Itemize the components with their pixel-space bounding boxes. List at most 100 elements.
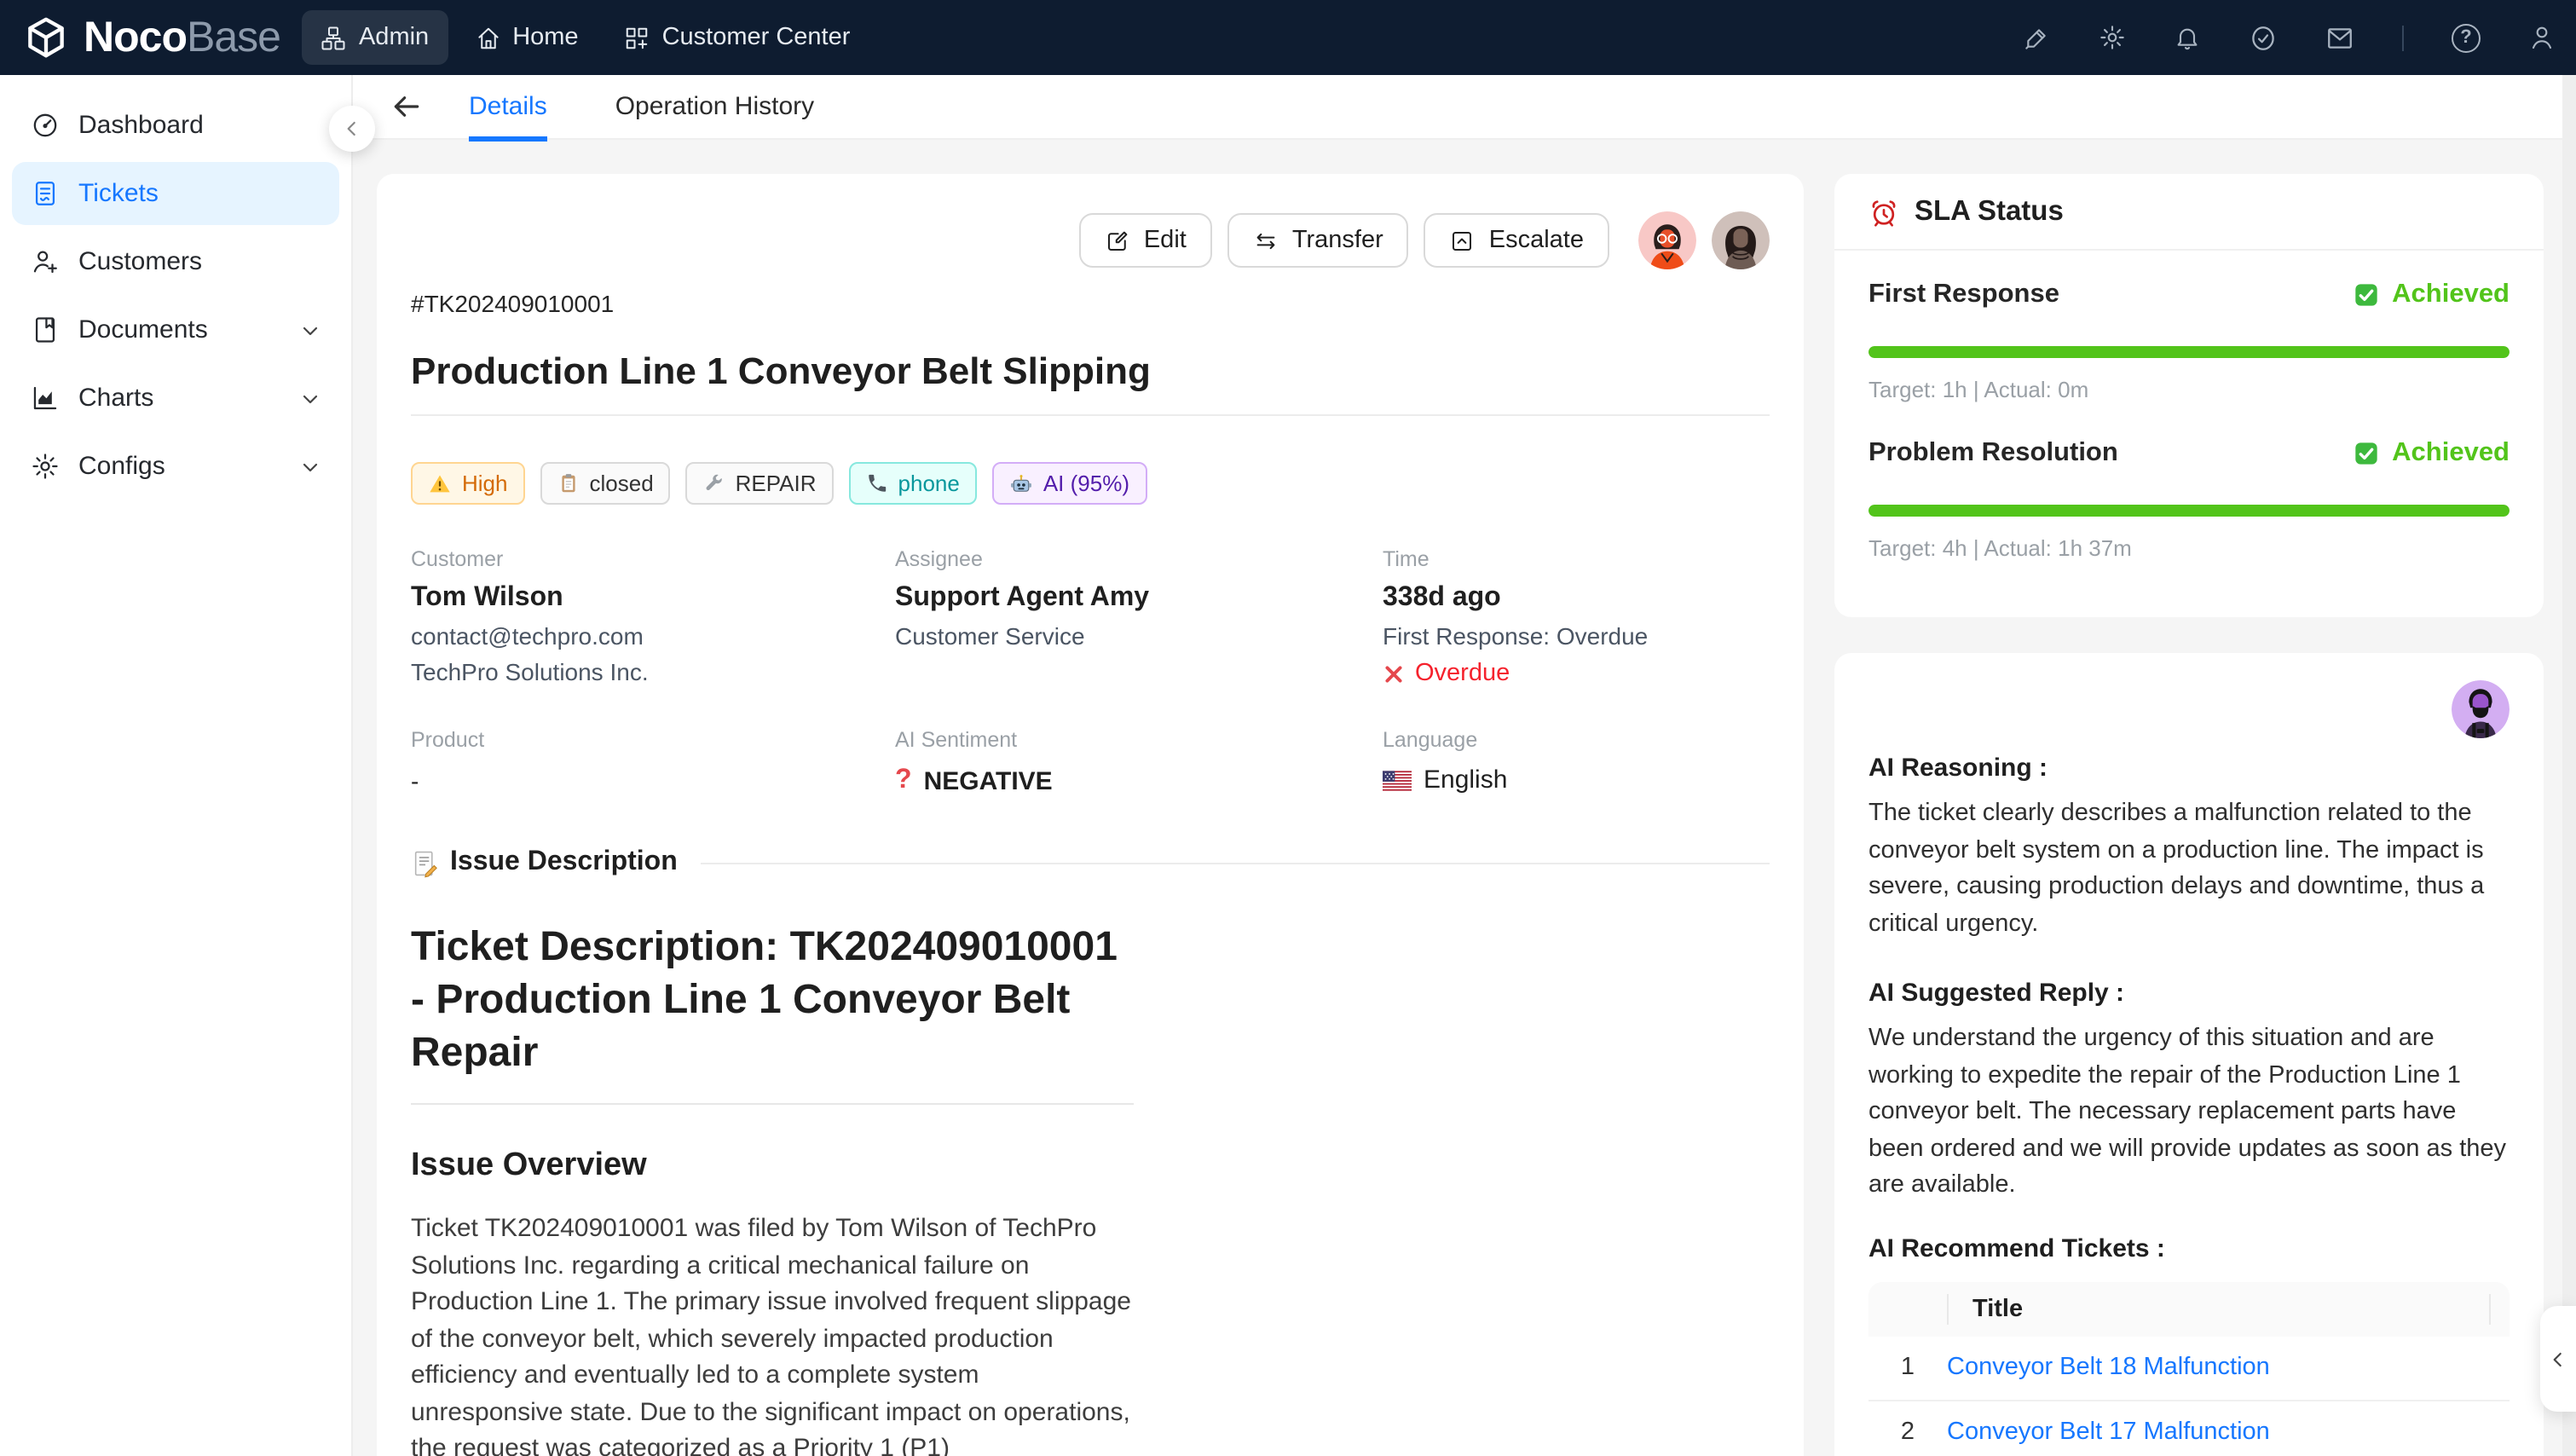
divider <box>411 414 1770 416</box>
ai-insights-card: AI Reasoning : The ticket clearly descri… <box>1834 653 2544 1456</box>
nav-tab-label: Customer Center <box>662 24 851 51</box>
avatar-woman-glasses[interactable] <box>1638 211 1696 269</box>
scrollbar-track[interactable] <box>2562 75 2576 1456</box>
product-value: - <box>411 767 895 794</box>
sidebar-collapse-button[interactable] <box>329 106 375 152</box>
avatar-woman-dark-hair[interactable] <box>1712 211 1770 269</box>
ai-suggested-reply-text: We understand the urgency of this situat… <box>1868 1021 2510 1205</box>
top-navbar: NocoBase Admin Home <box>0 0 2576 75</box>
issue-description-body: Ticket Description: TK202409010001 - Pro… <box>411 921 1134 1456</box>
check-circle-icon[interactable] <box>2249 23 2278 52</box>
tab-operation-history[interactable]: Operation History <box>615 74 814 139</box>
table-header: Title <box>1868 1281 2510 1336</box>
field-label: AI Sentiment <box>895 728 1383 752</box>
tab-label: Operation History <box>615 92 814 121</box>
ai-reasoning-text: The ticket clearly describes a malfuncti… <box>1868 796 2510 943</box>
area-chart-icon <box>31 384 60 413</box>
navbar-right-icons: ? <box>2024 23 2556 52</box>
ai-confidence-tag: AI (95%) <box>992 462 1146 505</box>
overdue-label: Overdue <box>1415 660 1510 687</box>
sla-card-header: SLA Status <box>1834 174 2544 251</box>
sidebar-item-tickets[interactable]: Tickets <box>12 162 339 225</box>
assignee-team: Customer Service <box>895 622 1383 650</box>
sidebar-item-documents[interactable]: Documents <box>12 298 339 361</box>
overdue-badge: Overdue <box>1383 660 1770 687</box>
sla-metric-name: First Response <box>1868 280 2059 310</box>
mail-icon[interactable] <box>2325 23 2354 52</box>
ticket-id: #TK202409010001 <box>411 290 1770 317</box>
nocobase-logo[interactable]: NocoBase <box>24 13 280 62</box>
language-label: English <box>1424 766 1507 794</box>
language-field: Language <box>1383 728 1770 796</box>
nav-tab-admin[interactable]: Admin <box>303 10 448 65</box>
ai-reasoning-label: AI Reasoning : <box>1868 754 2510 783</box>
help-icon[interactable]: ? <box>2452 23 2481 52</box>
sla-status-badge: Achieved <box>2353 438 2510 469</box>
green-check-icon <box>2353 440 2380 467</box>
sidebar: Dashboard Tickets Customers <box>0 75 353 1456</box>
table-header-end <box>2489 1293 2510 1324</box>
sentiment-label: NEGATIVE <box>924 766 1053 795</box>
back-button[interactable] <box>390 90 423 123</box>
nav-tab-label: Admin <box>359 24 429 51</box>
dashboard-gauge-icon <box>31 111 60 140</box>
sla-status-label: Achieved <box>2392 438 2510 469</box>
sidebar-item-customers[interactable]: Customers <box>12 230 339 293</box>
ticket-document-icon <box>31 179 60 208</box>
first-response-status: First Response: Overdue <box>1383 622 1770 650</box>
ai-recommend-tickets-label: AI Recommend Tickets : <box>1868 1234 2510 1262</box>
sla-status-badge: Achieved <box>2353 280 2510 310</box>
highlighter-icon[interactable] <box>2024 24 2051 51</box>
sidebar-item-configs[interactable]: Configs <box>12 435 339 498</box>
chevron-down-icon <box>300 388 321 408</box>
transfer-button[interactable]: Transfer <box>1227 213 1409 268</box>
ticket-info-row-1: Customer Tom Wilson contact@techpro.com … <box>411 547 1770 687</box>
gear-icon[interactable] <box>2099 24 2126 51</box>
priority-tag: High <box>411 462 525 505</box>
recommend-tickets-table: Title 1 Conveyor Belt 18 Malfunction 2 C… <box>1868 1281 2510 1456</box>
tab-label: Details <box>469 92 547 121</box>
ticket-title: Production Line 1 Conveyor Belt Slipping <box>411 350 1770 394</box>
tag-label: AI (95%) <box>1043 471 1129 496</box>
time-value: 338d ago <box>1383 583 1770 614</box>
navbar-divider <box>2402 25 2404 50</box>
app-root: NocoBase Admin Home <box>0 0 2576 1456</box>
tab-details[interactable]: Details <box>469 74 547 139</box>
sidebar-item-charts[interactable]: Charts <box>12 367 339 430</box>
nav-tab-home[interactable]: Home <box>456 10 597 65</box>
us-flag-icon <box>1383 770 1412 790</box>
sidebar-item-label: Customers <box>78 247 202 276</box>
sidebar-item-label: Dashboard <box>78 111 204 140</box>
sla-card-body: First Response Achieved Ta <box>1834 251 2544 590</box>
section-rule <box>702 862 1770 864</box>
bell-icon[interactable] <box>2174 24 2201 51</box>
channel-tag: phone <box>849 462 977 505</box>
field-label: Time <box>1383 547 1770 571</box>
description-paragraph: Ticket TK202409010001 was filed by Tom W… <box>411 1210 1134 1456</box>
sla-progress-bar <box>1868 505 2510 517</box>
row-index: 1 <box>1868 1354 1947 1381</box>
red-question-icon: ? <box>895 766 912 796</box>
time-field: Time 338d ago First Response: Overdue Ov… <box>1383 547 1770 687</box>
right-panel-collapse-button[interactable] <box>2540 1306 2576 1412</box>
transfer-arrows-icon <box>1253 228 1279 253</box>
category-tag: REPAIR <box>686 462 834 505</box>
ticket-actions: Edit Transfer Esca <box>411 211 1770 269</box>
chevron-down-icon <box>300 456 321 477</box>
grid-plus-icon <box>625 25 650 50</box>
user-icon[interactable] <box>2528 24 2556 51</box>
ticket-info-row-2: Product - AI Sentiment ? NEGATIVE Langua… <box>411 728 1770 796</box>
memo-icon <box>411 848 440 877</box>
edit-button[interactable]: Edit <box>1079 213 1212 268</box>
sidebar-item-dashboard[interactable]: Dashboard <box>12 94 339 157</box>
row-index: 2 <box>1868 1418 1947 1446</box>
book-icon <box>31 315 60 344</box>
table-row: 2 Conveyor Belt 17 Malfunction <box>1868 1401 2510 1456</box>
escalate-button[interactable]: Escalate <box>1424 213 1609 268</box>
chevron-down-icon <box>300 320 321 340</box>
gear-icon <box>31 452 60 481</box>
recommend-ticket-link[interactable]: Conveyor Belt 17 Malfunction <box>1947 1418 2510 1446</box>
logo-noco: Noco <box>84 13 187 61</box>
nav-tab-customer-center[interactable]: Customer Center <box>606 10 869 65</box>
recommend-ticket-link[interactable]: Conveyor Belt 18 Malfunction <box>1947 1354 2510 1381</box>
